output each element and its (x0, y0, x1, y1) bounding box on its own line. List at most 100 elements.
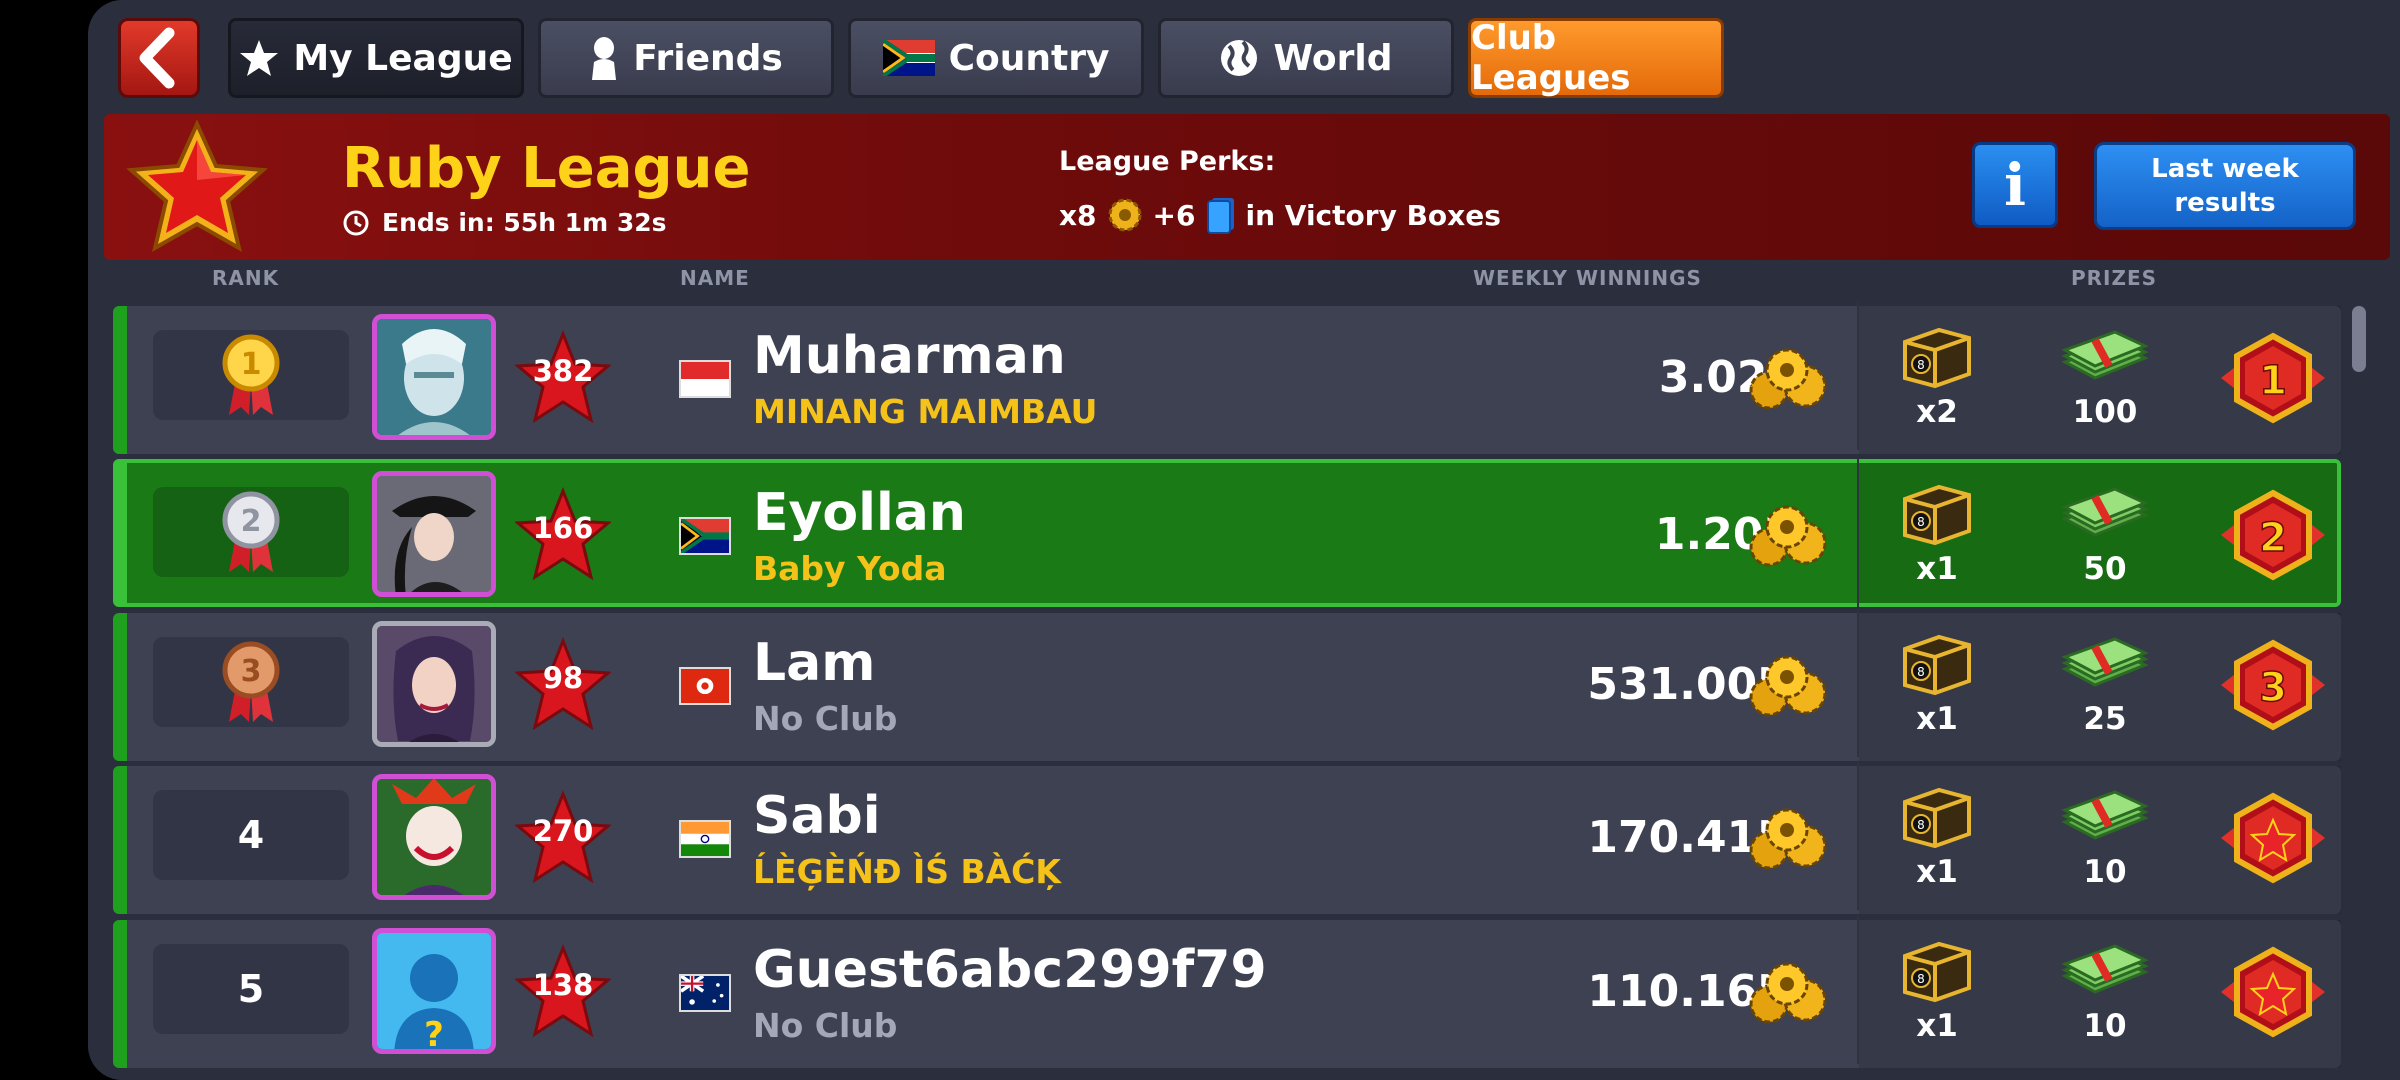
player-name: Eyollan (753, 483, 966, 543)
player-name: Guest6abc299f79 (753, 940, 1267, 1000)
last-week-results-button[interactable]: Last week results (2094, 142, 2356, 230)
badge-number: 3 (2259, 665, 2287, 711)
gear-coin-icon (1108, 198, 1142, 232)
player-level: 98 (542, 661, 584, 695)
badge-number: 2 (2259, 515, 2287, 561)
tab-label: My League (293, 37, 513, 79)
cash-stack-icon (2061, 944, 2149, 994)
rank-number: 3 (241, 654, 262, 689)
league-banner: Ruby League Ends in: 55h 1m 32s League P… (104, 114, 2390, 260)
rank-column-header: RANK (212, 266, 280, 290)
coin-stack-icon (1749, 505, 1827, 567)
svg-text:8: 8 (1917, 665, 1925, 679)
clock-icon (343, 210, 369, 235)
avatar[interactable]: ? (372, 928, 496, 1054)
badge-number: 1 (2259, 358, 2287, 404)
rank-cell: 5 (153, 944, 349, 1034)
club-name: ĹÈĢÈŃĐ ÌŚ BÀĆĶ (753, 852, 1061, 891)
leaderboard-row[interactable]: 4 270 Sabi ĹÈĢÈŃĐ ÌŚ BÀĆĶ 170.41M 8 x1 1… (113, 762, 2341, 914)
weekly-winnings-column-header: WEEKLY WINNINGS (1473, 266, 1702, 290)
rank-badge-icon (2221, 946, 2325, 1038)
rank-number: 1 (241, 347, 262, 382)
silver-medal-icon: 2 (222, 491, 280, 572)
victory-box-icon: 8 (1903, 787, 1971, 849)
svg-text:8: 8 (1917, 358, 1925, 372)
perk-cards: +6 (1152, 198, 1196, 232)
coin-stack-icon (1749, 962, 1827, 1024)
leaderboard-row[interactable]: 5 ? 138 Guest6abc299f79 No Club 110.16M … (113, 916, 2341, 1068)
rank-badge-icon: 3 (2221, 639, 2325, 731)
rank-cell: 3 (153, 637, 349, 727)
league-name: Ruby League (342, 136, 751, 201)
box-count: x1 (1916, 701, 1958, 737)
player-level: 166 (532, 511, 594, 545)
rank-cell: 2 (153, 487, 349, 577)
player-level: 270 (532, 814, 594, 848)
tab-friends[interactable]: Friends (538, 18, 834, 98)
svg-text:8: 8 (1917, 515, 1925, 529)
rank-cell: 4 (153, 790, 349, 880)
player-name: Muharman (753, 326, 1066, 386)
club-leagues-label: Club Leagues (1471, 18, 1631, 98)
tab-label: Country (948, 37, 1110, 79)
gold-medal-icon: 1 (222, 334, 280, 415)
cash-stack-icon (2061, 790, 2149, 840)
rank-badge-icon (2221, 792, 2325, 884)
avatar[interactable] (372, 471, 496, 597)
ends-in-text: Ends in: 55h 1m 32s (382, 208, 667, 237)
south-africa-flag-icon (679, 517, 731, 555)
league-timer: Ends in: 55h 1m 32s (342, 208, 667, 237)
victory-box-icon: 8 (1903, 484, 1971, 546)
perks-title: League Perks: (1059, 146, 1276, 177)
club-name: No Club (753, 1006, 898, 1045)
leaderboard-row[interactable]: 3 98 Lam No Club 531.00M 8 x1 25 3 (113, 609, 2341, 761)
cash-amount: 100 (2072, 394, 2138, 430)
tab-my-league[interactable]: My League (228, 18, 524, 98)
coin-stack-icon (1749, 655, 1827, 717)
player-level: 138 (532, 968, 594, 1002)
avatar[interactable] (372, 314, 496, 440)
info-button[interactable]: i (1972, 142, 2058, 228)
rank-badge-icon: 2 (2221, 489, 2325, 581)
info-icon: i (2003, 151, 2027, 219)
india-flag-icon (679, 820, 731, 858)
player-level: 382 (532, 354, 594, 388)
box-count: x1 (1916, 1008, 1958, 1044)
perk-cue-multiplier: x8 (1059, 198, 1097, 232)
avatar-image (377, 319, 491, 435)
victory-box-icon: 8 (1903, 327, 1971, 389)
person-silhouette-icon (589, 36, 619, 80)
bronze-medal-icon: 3 (222, 641, 280, 722)
leaderboard-row[interactable]: 1 382 Muharman MINANG MAIMBAU 3.02B 8 x2 (113, 302, 2341, 454)
club-name: MINANG MAIMBAU (753, 392, 1098, 431)
league-screen: My League Friends Country World Club Lea… (88, 0, 2400, 1080)
club-name: No Club (753, 699, 898, 738)
south-africa-flag-icon (882, 40, 935, 76)
box-count: x2 (1916, 394, 1958, 430)
cash-stack-icon (2061, 487, 2149, 537)
avatar[interactable] (372, 621, 496, 747)
avatar[interactable] (372, 774, 496, 900)
leaderboard-row[interactable]: 2 166 Eyollan Baby Yoda 1.20B 8 x1 50 2 (113, 459, 2341, 607)
perks-line: x8 +6 in Victory Boxes (1059, 196, 1501, 234)
avatar-image (377, 779, 491, 895)
tab-country[interactable]: Country (848, 18, 1144, 98)
tab-label: World (1273, 37, 1393, 79)
indonesia-flag-icon (679, 360, 731, 398)
victory-box-icon: 8 (1903, 941, 1971, 1003)
cash-stack-icon (2061, 637, 2149, 687)
player-name: Sabi (753, 786, 881, 846)
svg-text:8: 8 (1917, 818, 1925, 832)
back-button[interactable] (118, 18, 200, 98)
avatar-image (377, 626, 491, 742)
prizes-column-header: PRIZES (2071, 266, 2158, 290)
name-column-header: NAME (680, 266, 750, 290)
blue-card-icon (1206, 198, 1234, 234)
box-count: x1 (1916, 551, 1958, 587)
scrollbar[interactable] (2352, 306, 2366, 372)
coin-stack-icon (1749, 808, 1827, 870)
ruby-league-star-icon (126, 120, 268, 253)
club-leagues-button[interactable]: Club Leagues (1468, 18, 1724, 98)
chevron-left-icon (139, 27, 175, 89)
tab-world[interactable]: World (1158, 18, 1454, 98)
